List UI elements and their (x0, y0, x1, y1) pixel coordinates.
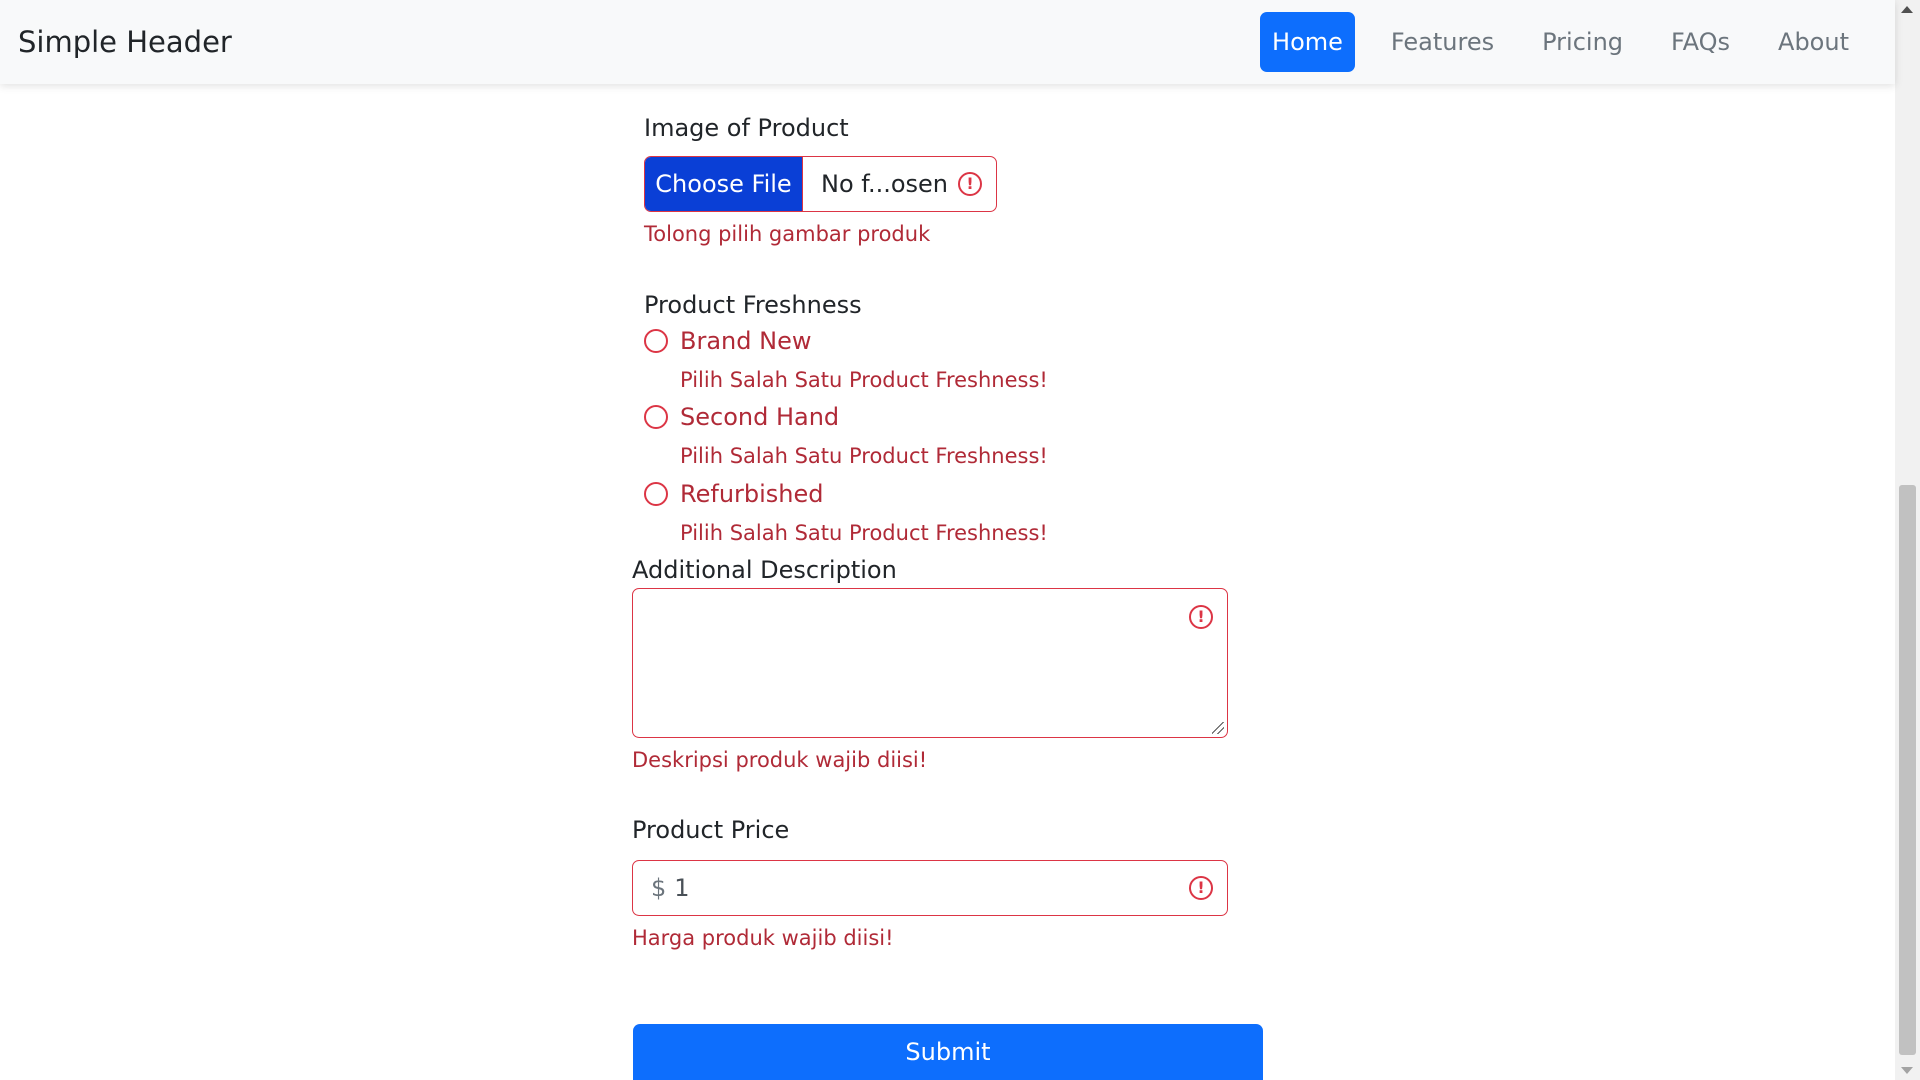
scroll-thumb[interactable] (1899, 485, 1916, 1055)
nav-home[interactable]: Home (1260, 12, 1355, 72)
scroll-up-arrow-icon[interactable] (1901, 6, 1913, 13)
radio-label[interactable]: Brand New (680, 327, 811, 355)
description-label: Additional Description (632, 556, 897, 584)
choose-file-button[interactable]: Choose File (645, 157, 803, 211)
nav-about[interactable]: About (1754, 12, 1873, 72)
image-error: Tolong pilih gambar produk (644, 222, 931, 246)
radio-button[interactable] (644, 482, 668, 506)
description-textarea[interactable]: ! (632, 588, 1228, 738)
freshness-label: Product Freshness (644, 291, 862, 319)
radio-second-hand[interactable]: Second Hand (644, 403, 839, 431)
radio-button[interactable] (644, 329, 668, 353)
price-error: Harga produk wajib diisi! (632, 926, 894, 950)
currency-prefix: $ (651, 874, 667, 902)
error-icon: ! (1189, 876, 1213, 900)
description-error: Deskripsi produk wajib diisi! (632, 748, 928, 772)
radio-label[interactable]: Second Hand (680, 403, 839, 431)
price-input[interactable]: $ 1 ! (632, 860, 1228, 916)
scrollbar[interactable] (1895, 0, 1920, 1080)
radio-button[interactable] (644, 405, 668, 429)
brand[interactable]: Simple Header (18, 24, 232, 60)
price-label: Product Price (632, 816, 790, 844)
price-value[interactable]: 1 (674, 874, 1189, 902)
nav-pricing[interactable]: Pricing (1518, 12, 1647, 72)
header: Simple Header Home Features Pricing FAQs… (0, 0, 1895, 84)
nav-faqs[interactable]: FAQs (1647, 12, 1754, 72)
image-label: Image of Product (644, 114, 849, 142)
file-name: No f...osen (821, 170, 949, 198)
error-icon: ! (1189, 605, 1213, 629)
radio-brand-new[interactable]: Brand New (644, 327, 811, 355)
freshness-error: Pilih Salah Satu Product Freshness! (680, 368, 1048, 392)
scroll-down-arrow-icon[interactable] (1901, 1067, 1913, 1074)
freshness-error: Pilih Salah Satu Product Freshness! (680, 521, 1048, 545)
file-input[interactable]: Choose File No f...osen ! (644, 156, 997, 212)
resize-handle[interactable] (1212, 722, 1224, 734)
radio-label[interactable]: Refurbished (680, 480, 824, 508)
nav-features[interactable]: Features (1367, 12, 1518, 72)
error-icon: ! (958, 172, 982, 196)
submit-button[interactable]: Submit (633, 1024, 1263, 1080)
freshness-error: Pilih Salah Satu Product Freshness! (680, 444, 1048, 468)
radio-refurbished[interactable]: Refurbished (644, 480, 824, 508)
nav: Home Features Pricing FAQs About (1260, 12, 1873, 72)
